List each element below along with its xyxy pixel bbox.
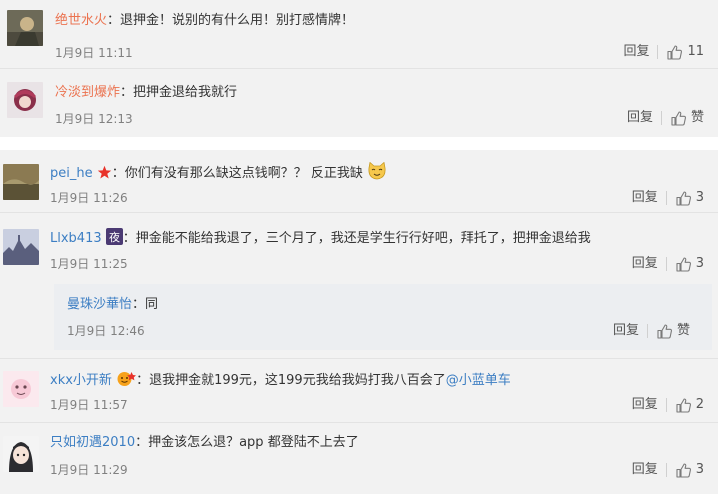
like-count[interactable]: 3 [696,461,704,479]
comment-username[interactable]: 曼珠沙華怡 [67,297,132,312]
comment-text: ：押金该怎么退？app 都登陆不上去了 [135,435,359,450]
comment-time: 1月9日 12:13 [55,112,133,126]
comment-text-line: 冷淡到爆炸：把押金退给我就行 [55,84,237,102]
action-divider [660,111,662,125]
divider [0,68,718,69]
thumb-up-icon[interactable] [675,397,692,414]
avatar[interactable] [3,436,39,472]
divider [0,422,718,423]
thumb-up-icon[interactable] [670,110,687,127]
action-divider [665,257,667,271]
comment-actions: 回复 3 [632,189,704,208]
comment-actions: 回复 赞 [613,322,690,341]
thumb-up-icon[interactable] [675,190,692,207]
comment-text: ：退押金！说别的有什么用！别打感情牌！ [107,13,355,28]
comment-actions: 回复 3 [632,255,704,274]
like-count[interactable]: 3 [696,255,704,273]
thumb-up-icon[interactable] [675,256,692,273]
comment-time: 1月9日 11:29 [50,463,128,477]
reply-button[interactable]: 回复 [632,461,658,479]
like-count[interactable]: 11 [687,43,704,61]
comment-text: ：押金能不能给我退了，三个月了，我还是学生行行好吧，拜托了，把押金退给我 [122,231,591,246]
comment-text: ：把押金退给我就行 [120,85,238,100]
reply-button[interactable]: 回复 [632,396,658,414]
comment-block-2: pei_he ：你们有没有那么缺这点钱啊？？ 反正我缺 1月9日 11:26 回… [0,150,718,494]
comment-block-1: 绝世水火：退押金！说别的有什么用！别打感情牌！ 1月9日 11:11 回复 11 … [0,0,718,137]
comment-actions: 回复 赞 [627,109,704,128]
comment-time: 1月9日 11:57 [50,398,128,412]
comment-text: ：退我押金就199元，这199元我给我妈打我八百会了 [136,373,446,388]
comment-actions: 回复 11 [623,43,704,62]
vip-badge-icon [116,370,137,393]
comment-time: 1月9日 11:26 [50,191,128,205]
avatar[interactable] [7,82,43,118]
thumb-up-icon[interactable] [666,44,683,61]
action-divider [665,463,667,477]
divider [0,358,718,359]
comment-text-line: xkx小开新 ：退我押金就199元，这199元我给我妈打我八百会了@小蓝单车 [50,370,511,393]
avatar[interactable] [3,229,39,265]
comment-text-line: 曼珠沙華怡：同 [67,296,158,314]
action-divider [665,191,667,205]
comment-text-line: 只如初遇2010：押金该怎么退？app 都登陆不上去了 [50,434,359,452]
reply-button[interactable]: 回复 [632,255,658,273]
comment-actions: 回复 2 [632,396,704,415]
like-count[interactable]: 2 [696,396,704,414]
reply-button[interactable]: 回复 [632,189,658,207]
comment-time: 1月9日 11:11 [55,46,133,60]
avatar[interactable] [3,371,39,407]
comment-username[interactable]: Llxb413 [50,231,102,246]
comment-text-line: pei_he ：你们有没有那么缺这点钱啊？？ 反正我缺 [50,161,387,186]
nested-reply: 曼珠沙華怡：同 1月9日 12:46 回复 赞 [54,284,712,350]
comment-text: ：同 [132,297,159,312]
comment-username[interactable]: 绝世水火 [55,13,107,28]
comment-time: 1月9日 12:46 [67,324,145,338]
mention-link[interactable]: @小蓝单车 [446,373,511,388]
action-divider [646,324,648,338]
star-badge-icon [97,165,112,186]
divider [0,212,718,213]
action-divider [657,45,659,59]
thumb-up-icon[interactable] [656,323,673,340]
comment-username[interactable]: xkx小开新 [50,373,112,388]
thumb-up-icon[interactable] [675,462,692,479]
avatar[interactable] [3,164,39,200]
action-divider [665,398,667,412]
like-count[interactable]: 3 [696,189,704,207]
comment-username[interactable]: 只如初遇2010 [50,435,135,450]
reply-button[interactable]: 回复 [613,322,639,340]
reply-button[interactable]: 回复 [623,43,649,61]
svg-text:夜: 夜 [109,230,120,244]
reply-button[interactable]: 回复 [627,109,653,127]
night-badge-icon: 夜 [105,228,123,251]
cat-emoji-icon [367,161,387,186]
comment-actions: 回复 3 [632,461,704,480]
comment-time: 1月9日 11:25 [50,257,128,271]
comment-username[interactable]: pei_he [50,166,93,181]
avatar[interactable] [7,10,43,46]
comment-username[interactable]: 冷淡到爆炸 [55,85,120,100]
comment-text: ：你们有没有那么缺这点钱啊？？ 反正我缺 [111,166,363,181]
comment-text-line: 绝世水火：退押金！说别的有什么用！别打感情牌！ [55,12,354,30]
like-count[interactable]: 赞 [677,322,690,340]
comment-text-line: Llxb413 夜：押金能不能给我退了，三个月了，我还是学生行行好吧，拜托了，把… [50,228,591,251]
like-count[interactable]: 赞 [691,109,704,127]
